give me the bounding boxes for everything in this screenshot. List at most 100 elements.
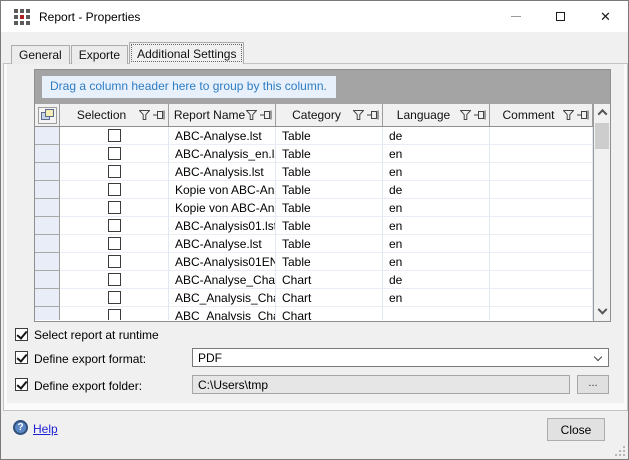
table-row[interactable]: ABC-Analysis.lstTableen — [35, 163, 593, 181]
table-row[interactable]: ABC-Analyse_Chart.lChartde — [35, 271, 593, 289]
pin-icon[interactable] — [367, 110, 379, 120]
table-row[interactable]: ABC-Analysis01EN.lTableen — [35, 253, 593, 271]
row-indicator[interactable] — [35, 145, 60, 163]
select-report-at-runtime-label: Select report at runtime — [34, 328, 159, 342]
row-indicator[interactable] — [35, 127, 60, 145]
column-label: Report Name — [173, 108, 246, 122]
category-cell: Table — [276, 217, 383, 235]
table-row[interactable]: Kopie von ABC-AnaTablede — [35, 181, 593, 199]
language-cell — [383, 307, 490, 320]
selection-cell — [60, 199, 169, 217]
row-indicator[interactable] — [35, 163, 60, 181]
scroll-up-button[interactable] — [594, 104, 610, 121]
table-row[interactable]: ABC-Analysis_en.lstTableen — [35, 145, 593, 163]
tab-exporte[interactable]: Exporte — [71, 45, 128, 64]
row-checkbox[interactable] — [108, 273, 121, 286]
column-header-language[interactable]: Language — [383, 104, 490, 126]
language-cell: en — [383, 289, 490, 307]
filter-icon[interactable] — [353, 110, 364, 120]
report-name-cell: ABC_Analysis_Chart — [169, 289, 276, 307]
scrollbar-thumb[interactable] — [595, 123, 609, 149]
scrollbar-track[interactable] — [594, 149, 610, 304]
title-bar: Report - Properties ✕ — [1, 1, 628, 32]
filter-icon[interactable] — [246, 110, 257, 120]
pin-icon[interactable] — [474, 110, 486, 120]
row-checkbox[interactable] — [108, 255, 121, 268]
selection-cell — [60, 145, 169, 163]
filter-icon[interactable] — [563, 110, 574, 120]
define-export-folder-label: Define export folder: — [34, 379, 142, 393]
close-button[interactable]: Close — [547, 418, 605, 441]
category-cell: Table — [276, 235, 383, 253]
reports-grid: Drag a column header here to group by th… — [34, 69, 611, 322]
help-icon[interactable]: ? — [13, 420, 28, 435]
category-cell: Table — [276, 163, 383, 181]
row-checkbox[interactable] — [108, 147, 121, 160]
row-checkbox[interactable] — [108, 129, 121, 142]
maximize-button[interactable] — [538, 1, 583, 32]
column-chooser-cell[interactable] — [35, 104, 60, 126]
table-row[interactable]: ABC_Analysis_ChartChart — [35, 307, 593, 320]
column-label: Comment — [494, 108, 563, 122]
column-header-selection[interactable]: Selection — [60, 104, 169, 126]
column-header-report-name[interactable]: Report Name — [169, 104, 276, 126]
close-icon: ✕ — [600, 10, 611, 23]
resize-grip[interactable] — [615, 446, 625, 456]
row-checkbox[interactable] — [108, 183, 121, 196]
column-header-category[interactable]: Category — [276, 104, 383, 126]
table-row[interactable]: Kopie von ABC-AnaTableen — [35, 199, 593, 217]
pin-icon[interactable] — [260, 110, 272, 120]
window-title: Report - Properties — [39, 10, 140, 24]
filter-icon[interactable] — [460, 110, 471, 120]
scroll-down-button[interactable] — [594, 304, 610, 321]
category-cell: Chart — [276, 307, 383, 320]
comment-cell — [490, 289, 593, 307]
selection-cell — [60, 217, 169, 235]
table-row[interactable]: ABC-Analyse.lstTablede — [35, 127, 593, 145]
close-window-button[interactable]: ✕ — [583, 1, 628, 32]
language-cell: de — [383, 271, 490, 289]
vertical-scrollbar[interactable] — [593, 104, 610, 321]
browse-folder-button[interactable]: ... — [577, 375, 609, 394]
report-name-cell: ABC_Analysis_Chart — [169, 307, 276, 320]
pin-icon[interactable] — [577, 110, 589, 120]
report-name-cell: Kopie von ABC-Ana — [169, 199, 276, 217]
tab-additional-settings[interactable]: Additional Settings — [129, 42, 244, 64]
column-header-comment[interactable]: Comment — [490, 104, 593, 126]
define-export-format-checkbox[interactable] — [15, 351, 28, 364]
filter-icon[interactable] — [139, 110, 150, 120]
tab-general[interactable]: General — [11, 45, 70, 64]
row-indicator[interactable] — [35, 181, 60, 199]
grid-header-row: Selection Report Name CategoryLanguage Comm… — [35, 104, 593, 127]
selection-cell — [60, 163, 169, 181]
report-properties-dialog: Report - Properties ✕ GeneralExporteAddi… — [0, 0, 629, 460]
pin-icon[interactable] — [153, 110, 165, 120]
row-checkbox[interactable] — [108, 237, 121, 250]
table-row[interactable]: ABC_Analysis_ChartCharten — [35, 289, 593, 307]
row-indicator[interactable] — [35, 289, 60, 307]
select-report-at-runtime-checkbox[interactable] — [15, 328, 28, 341]
help-link[interactable]: Help — [33, 422, 58, 436]
selection-cell — [60, 181, 169, 199]
row-checkbox[interactable] — [108, 309, 121, 320]
row-checkbox[interactable] — [108, 219, 121, 232]
table-row[interactable]: ABC-Analyse.lstTableen — [35, 235, 593, 253]
row-indicator[interactable] — [35, 199, 60, 217]
language-cell: de — [383, 181, 490, 199]
table-row[interactable]: ABC-Analysis01.lstTableen — [35, 217, 593, 235]
language-cell: en — [383, 163, 490, 181]
row-indicator[interactable] — [35, 235, 60, 253]
define-export-folder-checkbox[interactable] — [15, 378, 28, 391]
row-indicator[interactable] — [35, 253, 60, 271]
row-indicator[interactable] — [35, 217, 60, 235]
row-indicator[interactable] — [35, 271, 60, 289]
selection-cell — [60, 235, 169, 253]
export-format-select[interactable]: PDF — [192, 348, 609, 367]
category-cell: Table — [276, 145, 383, 163]
row-indicator[interactable] — [35, 307, 60, 320]
row-checkbox[interactable] — [108, 291, 121, 304]
export-folder-field[interactable]: C:\Users\tmp — [192, 375, 570, 394]
row-checkbox[interactable] — [108, 201, 121, 214]
minimize-button[interactable] — [493, 1, 538, 32]
row-checkbox[interactable] — [108, 165, 121, 178]
